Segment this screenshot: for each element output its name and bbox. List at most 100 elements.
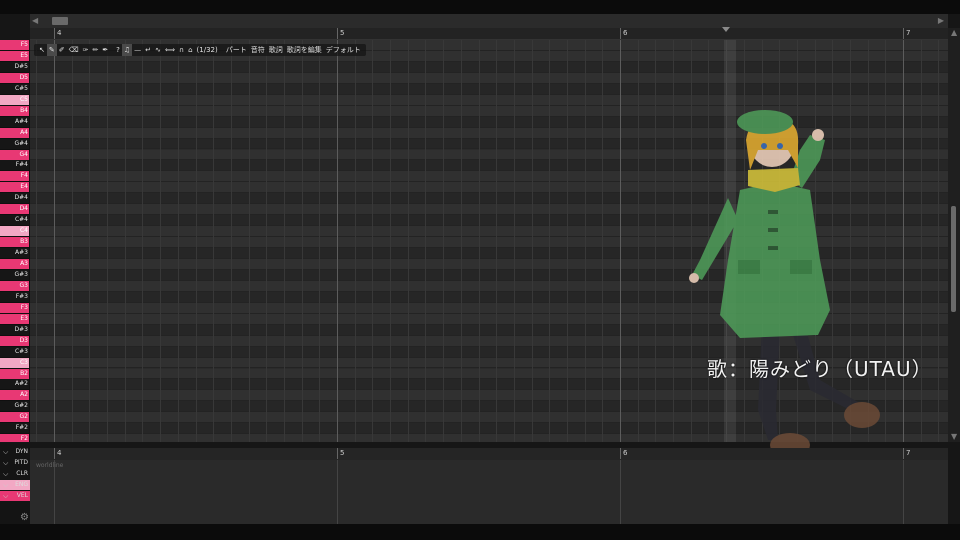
- snap-icon[interactable]: ↵: [143, 44, 153, 56]
- piano-key[interactable]: F4: [0, 171, 29, 182]
- beat-line: [637, 40, 639, 442]
- piano-key[interactable]: F3: [0, 302, 29, 313]
- phoneme-icon[interactable]: ⟺: [163, 44, 177, 56]
- piano-key[interactable]: C3: [0, 357, 29, 368]
- grid-row[interactable]: [30, 94, 948, 106]
- toolbar-menu-item[interactable]: パート: [224, 44, 249, 56]
- chevron-down-icon[interactable]: ⌵: [3, 447, 8, 457]
- piano-key[interactable]: A3: [0, 259, 29, 269]
- pencil-icon[interactable]: ✎: [46, 44, 57, 56]
- expression-item[interactable]: ⌵ VEL: [0, 491, 30, 501]
- beat-line: [142, 40, 144, 442]
- vibrato-icon[interactable]: ∿: [153, 44, 163, 56]
- toolbar-menu-item[interactable]: 歌詞: [267, 44, 285, 56]
- piano-keyboard[interactable]: F5 E5 D#5 D5 C#5 C5 B4 A#4 A4 G#4 G4 F#4 F4 E4 D#4 D4 C#…: [0, 40, 30, 442]
- gear-icon[interactable]: ⚙: [20, 512, 29, 523]
- beat-line: [177, 40, 179, 442]
- expression-item[interactable]: ⌵ PITD: [0, 458, 30, 468]
- expression-item[interactable]: ⌵ CLR: [0, 469, 30, 479]
- chevron-down-icon[interactable]: ⌵: [3, 491, 8, 501]
- bar-number: 5: [337, 448, 344, 459]
- grid-row[interactable]: [30, 83, 948, 95]
- playhead-follow-icon[interactable]: ⌂: [186, 44, 194, 56]
- help-icon[interactable]: ?: [114, 44, 122, 56]
- piano-key[interactable]: A#3: [0, 248, 29, 259]
- timeline-ruler[interactable]: 4 5 6 7: [30, 28, 948, 40]
- grid-row[interactable]: [30, 61, 948, 73]
- piano-key[interactable]: B3: [0, 237, 29, 248]
- piano-key[interactable]: G#2: [0, 401, 29, 412]
- toolbar-menu-item[interactable]: 音符: [249, 44, 267, 56]
- piano-key[interactable]: D4: [0, 204, 29, 215]
- snap-division-button[interactable]: (1/32): [195, 44, 220, 56]
- piano-key[interactable]: B4: [0, 105, 29, 116]
- piano-key[interactable]: A2: [0, 390, 29, 401]
- piano-key[interactable]: D3: [0, 335, 29, 346]
- beat-line: [213, 40, 215, 442]
- piano-key[interactable]: C#4: [0, 215, 29, 226]
- scroll-down-icon[interactable]: ▼: [951, 432, 957, 442]
- expression-item[interactable]: ⌵ ENG: [0, 480, 30, 490]
- beat-line: [160, 40, 162, 442]
- piano-key[interactable]: E4: [0, 182, 29, 193]
- horizontal-scrollbar[interactable]: ◀ ▶: [30, 14, 948, 28]
- grid-row[interactable]: [30, 72, 948, 84]
- toolbar-menu-item[interactable]: 歌詞を編集: [285, 44, 324, 56]
- bar-number-label: 5: [340, 29, 345, 37]
- piano-key[interactable]: A#4: [0, 116, 29, 127]
- character-illustration: [689, 110, 880, 457]
- piano-key[interactable]: G2: [0, 412, 29, 423]
- beat-line: [673, 40, 675, 442]
- chevron-down-icon[interactable]: ⌵: [3, 469, 8, 479]
- piano-key[interactable]: C#5: [0, 83, 29, 94]
- piano-key[interactable]: C5: [0, 94, 29, 105]
- piano-key[interactable]: E3: [0, 313, 29, 324]
- knife-icon[interactable]: ✒: [100, 44, 110, 56]
- scroll-up-icon[interactable]: ▲: [951, 28, 957, 38]
- beat-line: [531, 40, 533, 442]
- piano-key[interactable]: A4: [0, 127, 29, 138]
- eraser-icon[interactable]: ⌫: [67, 44, 81, 56]
- overwrite-pitch-icon[interactable]: ✏: [90, 44, 100, 56]
- beat-line: [230, 40, 232, 442]
- beat-line: [354, 40, 356, 442]
- piano-key[interactable]: D#3: [0, 324, 29, 335]
- expression-canvas[interactable]: [30, 460, 948, 524]
- piano-key[interactable]: D#4: [0, 193, 29, 204]
- piano-key[interactable]: C4: [0, 226, 29, 237]
- bar-number-label: 6: [623, 449, 628, 457]
- piano-key[interactable]: F#4: [0, 160, 29, 171]
- vertical-scrollbar[interactable]: ▲ ▼: [948, 28, 960, 442]
- piano-key[interactable]: E5: [0, 50, 29, 61]
- piano-key[interactable]: B2: [0, 368, 29, 379]
- piano-key[interactable]: G4: [0, 149, 29, 160]
- piano-key[interactable]: D#5: [0, 61, 29, 72]
- piano-key[interactable]: F#2: [0, 423, 29, 434]
- piano-key[interactable]: D5: [0, 72, 29, 83]
- playhead-marker-icon[interactable]: [722, 27, 730, 32]
- vertical-scroll-thumb[interactable]: [951, 206, 956, 312]
- scroll-left-icon[interactable]: ◀: [32, 14, 38, 28]
- expression-ruler[interactable]: 4 5 6 7: [30, 448, 948, 460]
- piano-key[interactable]: F#3: [0, 291, 29, 302]
- scroll-right-icon[interactable]: ▶: [938, 14, 944, 28]
- chevron-down-icon[interactable]: ⌵: [3, 458, 8, 468]
- tips-icon[interactable]: ∩: [177, 44, 186, 56]
- chevron-down-icon[interactable]: ⌵: [3, 480, 8, 490]
- piano-key[interactable]: C#3: [0, 346, 29, 357]
- piano-key[interactable]: A#2: [0, 379, 29, 390]
- piano-key[interactable]: F5: [0, 40, 29, 50]
- expression-item[interactable]: ⌵ DYN: [0, 447, 30, 457]
- piano-key[interactable]: F2: [0, 434, 29, 442]
- pitch-line-icon[interactable]: —: [132, 44, 143, 56]
- piano-key[interactable]: G3: [0, 280, 29, 291]
- toolbar-menu-item[interactable]: デフォルト: [324, 44, 363, 56]
- piano-key[interactable]: G#4: [0, 138, 29, 149]
- cursor-icon[interactable]: ↖: [37, 44, 47, 56]
- piano-key[interactable]: G#3: [0, 269, 29, 280]
- pen-plus-icon[interactable]: ✐: [57, 44, 67, 56]
- horizontal-scroll-thumb[interactable]: [52, 17, 68, 25]
- draw-pitch-icon[interactable]: ✑: [81, 44, 91, 56]
- note-icon[interactable]: ♫: [121, 44, 133, 56]
- edit-toolbar: ↖ ✎ ✐ ⌫ ✑ ✏ ✒? ♫ — ↵ ∿ ⟺ ∩ ⌂ (1/32) パート 音符 歌詞 歌詞を編集 デフォルト: [34, 44, 366, 56]
